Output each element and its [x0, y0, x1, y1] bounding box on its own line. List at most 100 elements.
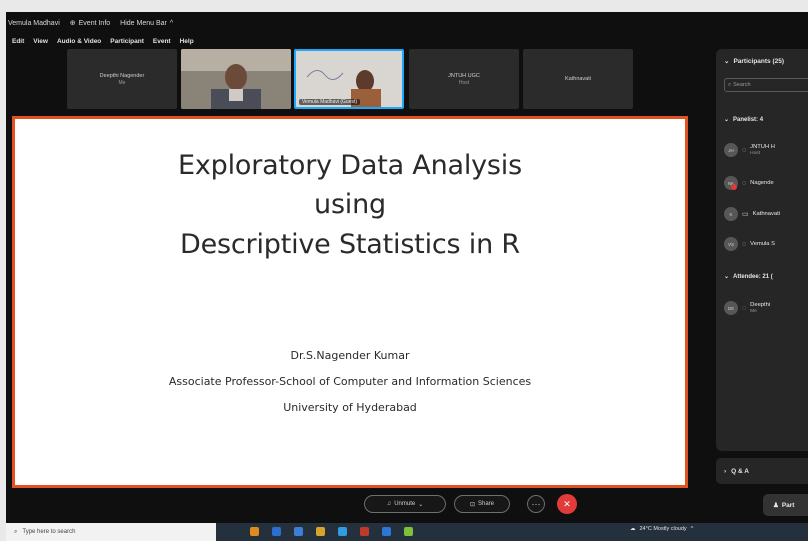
- search-icon: ⌕: [14, 528, 18, 535]
- video-thumbnail-camera[interactable]: [181, 49, 291, 109]
- share-icon: ⊡: [469, 501, 475, 508]
- video-thumbnail-vemula[interactable]: Vemula Madhavi (Guest): [294, 49, 404, 109]
- shared-slide: Exploratory Data Analysis using Descript…: [12, 116, 688, 488]
- avatar-initials: K: [729, 211, 733, 217]
- taskbar-app-icon[interactable]: [250, 527, 259, 536]
- avatar: VS: [724, 237, 738, 251]
- avatar: JH: [724, 143, 738, 157]
- people-icon: ♟: [773, 502, 779, 509]
- taskbar-app-icon[interactable]: [360, 527, 369, 536]
- participant-name: Vemula S: [750, 240, 775, 247]
- info-icon: ⊕: [69, 20, 76, 27]
- video-thumbnail-jntuh[interactable]: JNTUH UGC Host: [409, 49, 519, 109]
- participants-search-input[interactable]: ⌕ Search: [724, 78, 808, 92]
- avatar: NK: [724, 176, 738, 190]
- participant-role: Me: [750, 308, 757, 314]
- thumb-name: Kathnavati: [565, 76, 591, 82]
- avatar-initials: DE: [727, 305, 735, 311]
- titlebar-label-1: Event Info: [78, 19, 111, 27]
- chevron-up-icon[interactable]: ^: [691, 526, 694, 532]
- avatar-initials: JH: [728, 147, 734, 153]
- participants-panel-header[interactable]: ⌄ Participants (25): [724, 57, 785, 66]
- meeting-controls: ♫ Unmute ⌄ ⊡ Share ··· ✕: [0, 493, 808, 521]
- attendee-count: Attendee: 21 (: [733, 273, 773, 280]
- participant-row[interactable]: DE ◌ Deepthi Me: [724, 301, 770, 315]
- participants-toggle-button[interactable]: ♟ Part: [763, 494, 808, 516]
- screen: Vemula Madhavi ⊕ Event Info Hide Menu Bar…: [0, 0, 808, 541]
- share-label: Share: [478, 501, 495, 507]
- chevron-down-icon: ⌄: [724, 274, 730, 280]
- menu-bar: Edit View Audio & Video Participant Even…: [6, 34, 808, 48]
- unmute-button[interactable]: ♫ Unmute ⌄: [364, 495, 446, 513]
- attendee-section-header[interactable]: ⌄ Attendee: 21 (: [724, 273, 773, 281]
- slide-title-line-1: Exploratory Data Analysis: [178, 150, 522, 181]
- slide-university: University of Hyderabad: [283, 401, 417, 414]
- qa-label: Q & A: [731, 467, 749, 475]
- participants-panel: ⌄ Participants (25) ⌕ Search ⌄ Panelist:…: [716, 49, 808, 451]
- system-tray: ☁ 24°C Mostly cloudy ^: [630, 526, 693, 532]
- share-button[interactable]: ⊡ Share: [454, 495, 510, 513]
- participant-name: Kathnavati: [752, 210, 781, 217]
- slide-author: Dr.S.Nagender Kumar: [290, 349, 410, 362]
- menu-edit[interactable]: Edit: [12, 38, 24, 45]
- thumb-name: Deepthi Nagender: [99, 72, 145, 79]
- thumb-sub: Host: [458, 79, 470, 86]
- chevron-down-icon: ⌄: [724, 117, 730, 123]
- menu-view[interactable]: View: [33, 38, 48, 45]
- menu-event[interactable]: Event: [153, 38, 171, 45]
- thumb-name: JNTUH UGC: [448, 72, 480, 79]
- close-icon: ✕: [563, 498, 571, 509]
- outer-margin-top: [0, 0, 808, 12]
- chevron-down-icon: ⌄: [724, 58, 730, 65]
- participant-row[interactable]: K ▭ Kathnavati: [724, 207, 780, 221]
- hide-menu-bar-button[interactable]: Hide Menu Bar ^: [120, 20, 173, 27]
- participants-toggle-label: Part: [781, 501, 795, 509]
- taskbar-app-icon[interactable]: [404, 527, 413, 536]
- participants-title: Participants (25): [733, 57, 785, 65]
- unmute-label: Unmute: [394, 501, 416, 507]
- titlebar-label-2: Hide Menu Bar: [120, 19, 167, 27]
- panelist-section-header[interactable]: ⌄ Panelist: 4: [724, 116, 763, 124]
- participant-row[interactable]: VS ◌ Vemula S: [724, 237, 775, 251]
- thumb-sub: Me: [118, 79, 126, 86]
- slide-affiliation: Associate Professor-School of Computer a…: [168, 375, 532, 388]
- screen-share-icon: ▭: [742, 211, 749, 218]
- slide-title-line-2: using: [314, 189, 386, 220]
- avatar-initials: VS: [727, 241, 734, 247]
- search-icon: ⌕: [728, 81, 732, 88]
- taskbar-app-icon[interactable]: [338, 527, 347, 536]
- search-placeholder: Search: [733, 82, 751, 88]
- avatar: DE: [724, 301, 738, 315]
- menu-audio-video[interactable]: Audio & Video: [57, 38, 101, 45]
- taskbar-app-icon[interactable]: [316, 527, 325, 536]
- event-info-button[interactable]: ⊕ Event Info: [69, 19, 111, 28]
- cloud-icon: ☁: [630, 526, 636, 532]
- video-thumbnail-deepthi[interactable]: Deepthi Nagender Me: [67, 49, 177, 109]
- more-icon: ···: [531, 499, 541, 509]
- taskbar-app-icon[interactable]: [294, 527, 303, 536]
- menu-help[interactable]: Help: [180, 38, 194, 45]
- microphone-icon: ◌: [742, 179, 747, 187]
- participant-row[interactable]: NK ◌ Nagende: [724, 176, 774, 190]
- thumb-nametag: Vemula Madhavi (Guest): [299, 99, 361, 105]
- video-thumbnail-kathnavati[interactable]: Kathnavati: [523, 49, 633, 109]
- taskbar-app-icon[interactable]: [272, 527, 281, 536]
- microphone-icon: ♫: [386, 501, 392, 507]
- more-options-button[interactable]: ···: [527, 495, 545, 513]
- menu-participant[interactable]: Participant: [110, 38, 144, 45]
- taskbar-search-input[interactable]: ⌕ Type here to search: [6, 523, 216, 541]
- qa-section-header[interactable]: › Q & A: [716, 458, 808, 484]
- avatar: K: [724, 207, 738, 221]
- leave-button[interactable]: ✕: [557, 494, 577, 514]
- slide-title-line-3: Descriptive Statistics in R: [180, 229, 520, 260]
- chevron-down-icon: ⌄: [418, 501, 424, 508]
- participant-row[interactable]: JH ◌ JNTUH H Host: [724, 143, 775, 157]
- taskbar-app-icon[interactable]: [382, 527, 391, 536]
- titlebar-item-host: Vemula Madhavi: [8, 20, 60, 27]
- weather-text: 24°C Mostly cloudy: [639, 526, 687, 532]
- outer-margin-left: [0, 0, 6, 541]
- participant-role: Host: [750, 150, 761, 156]
- participant-name: Nagende: [750, 179, 774, 186]
- taskbar-search-placeholder: Type here to search: [22, 529, 76, 535]
- window-titlebar: Vemula Madhavi ⊕ Event Info Hide Menu Bar…: [6, 12, 808, 34]
